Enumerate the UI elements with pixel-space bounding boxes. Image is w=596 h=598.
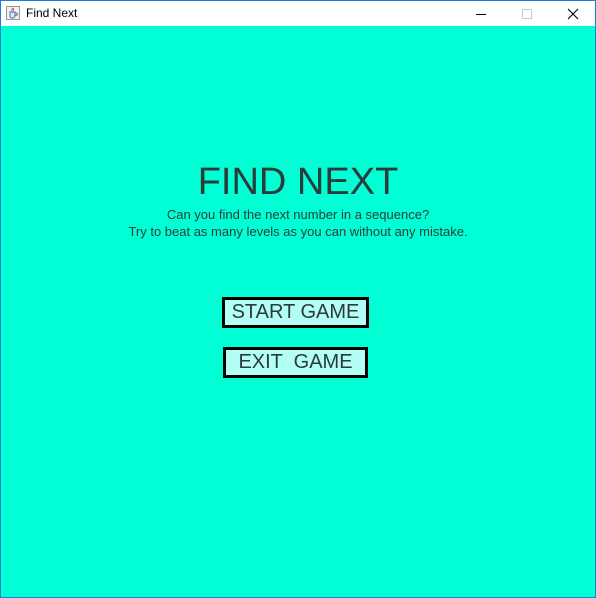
- close-button[interactable]: [550, 1, 595, 26]
- app-window: Find Next FIND NEXT Can you find the nex…: [0, 0, 596, 598]
- close-icon: [567, 8, 579, 19]
- start-game-button[interactable]: START GAME: [222, 297, 369, 328]
- subtitle-line-2: Try to beat as many levels as you can wi…: [128, 224, 468, 239]
- game-menu-panel: FIND NEXT Can you find the next number i…: [1, 26, 595, 597]
- subtitle-line-1: Can you find the next number in a sequen…: [166, 207, 430, 222]
- minimize-button[interactable]: [458, 1, 504, 26]
- window-title: Find Next: [26, 6, 78, 20]
- page-title: FIND NEXT: [197, 161, 399, 203]
- exit-game-button[interactable]: EXIT GAME: [223, 347, 368, 378]
- java-cup-icon: [6, 6, 20, 20]
- title-bar[interactable]: Find Next: [1, 1, 595, 26]
- maximize-button[interactable]: [504, 1, 550, 26]
- maximize-icon: [522, 8, 532, 19]
- minimize-icon: [476, 13, 486, 15]
